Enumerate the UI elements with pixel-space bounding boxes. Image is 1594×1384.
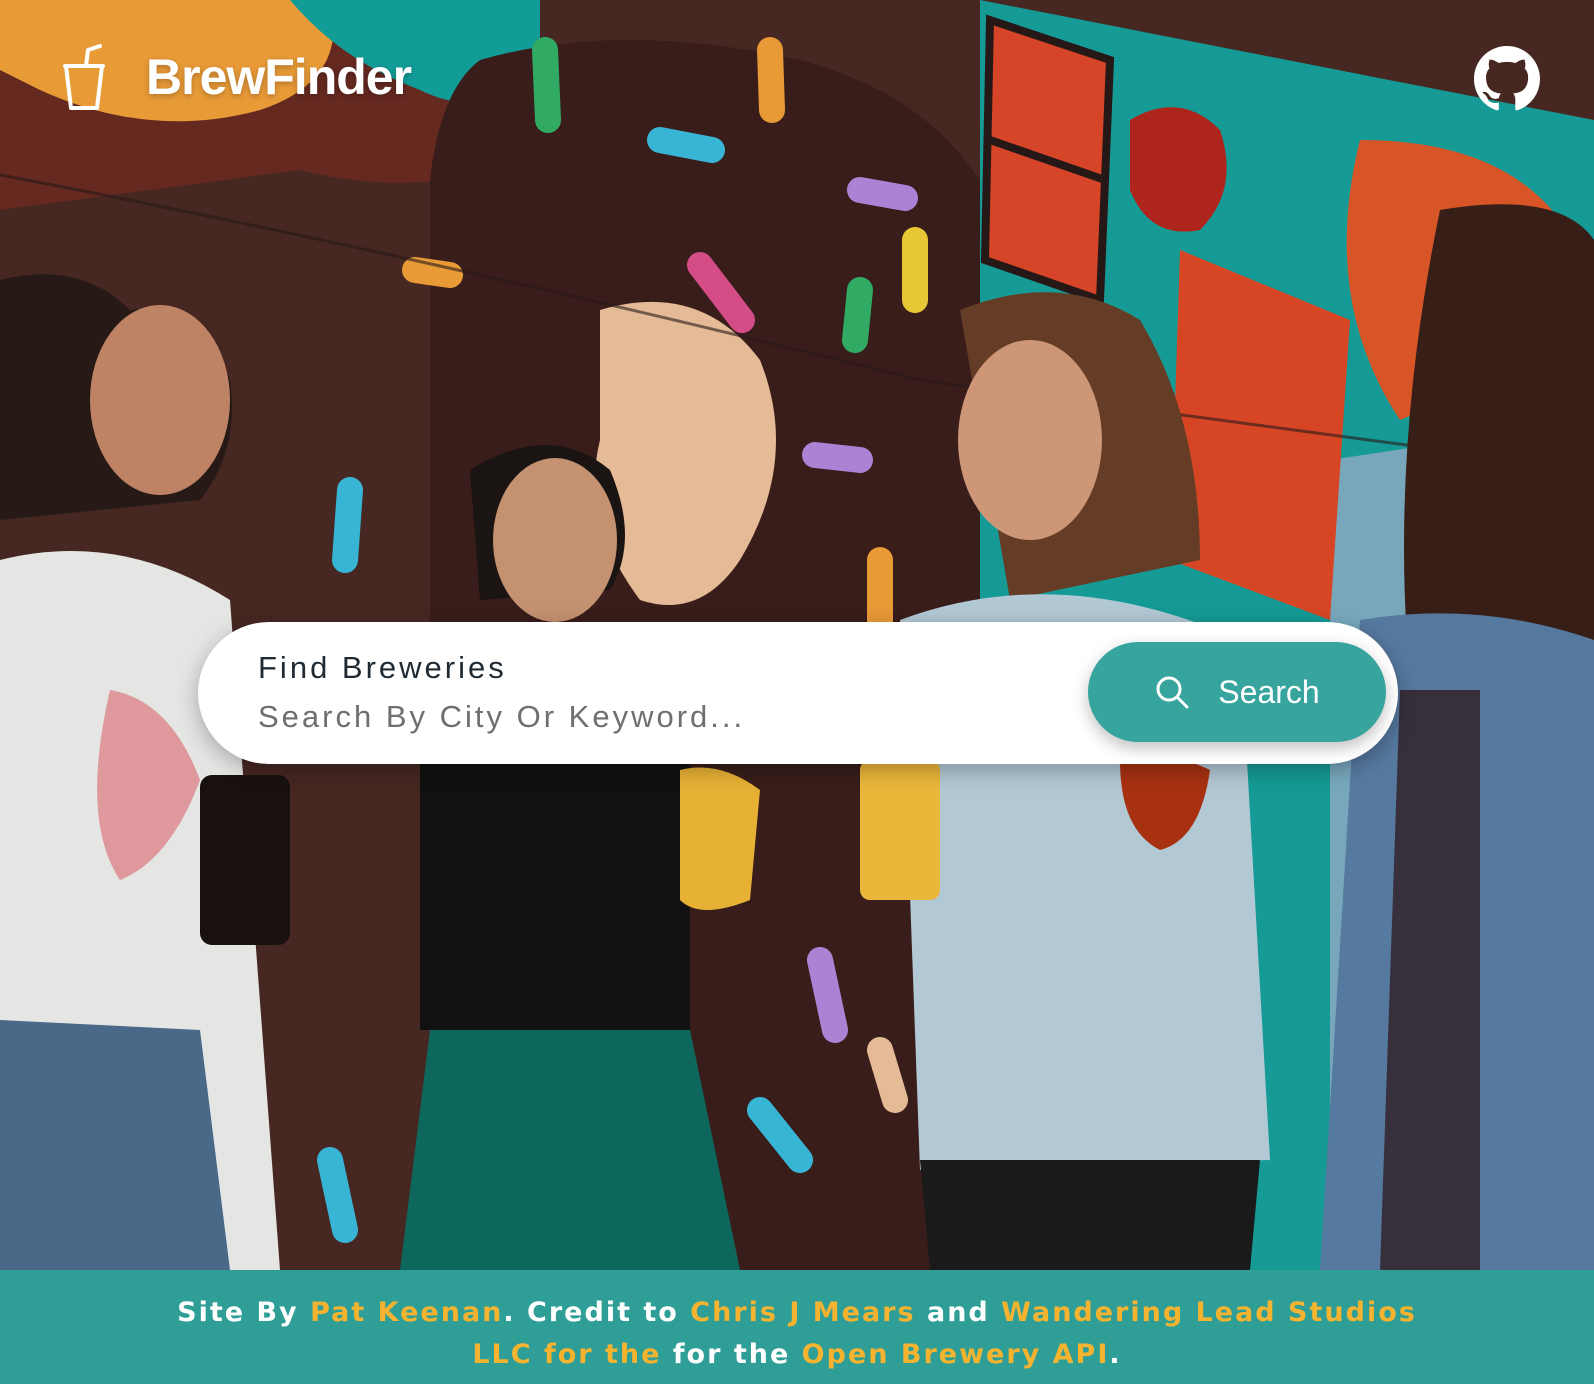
github-link[interactable] [1474, 46, 1540, 112]
footer-and-text: and [926, 1297, 990, 1328]
author-link[interactable]: Pat Keenan [310, 1297, 503, 1328]
credit-person-link[interactable]: Chris J Mears [690, 1297, 915, 1328]
cup-with-straw-icon [63, 44, 105, 110]
api-link[interactable]: Open Brewery API [802, 1339, 1110, 1370]
github-icon [1474, 46, 1540, 111]
brand-name: BrewFinder [146, 49, 412, 105]
brand-logo-link[interactable]: BrewFinder [62, 44, 412, 110]
search-button[interactable]: Search [1088, 642, 1386, 742]
footer-suffix: . [1109, 1339, 1122, 1370]
footer-credit-text: . Credit to [503, 1297, 679, 1328]
search-icon [1156, 676, 1189, 709]
footer-for-text: for the [672, 1339, 791, 1370]
search-button-label: Search [1218, 673, 1320, 710]
footer: Site By Pat Keenan. Credit to Chris J Me… [0, 1270, 1594, 1384]
search-input[interactable] [258, 692, 1038, 742]
page: BrewFinder Find Breweries Search Site By… [0, 0, 1594, 1384]
search-label: Find Breweries [258, 650, 507, 685]
footer-prefix: Site By [177, 1297, 299, 1328]
search-form: Find Breweries Search [198, 622, 1398, 764]
